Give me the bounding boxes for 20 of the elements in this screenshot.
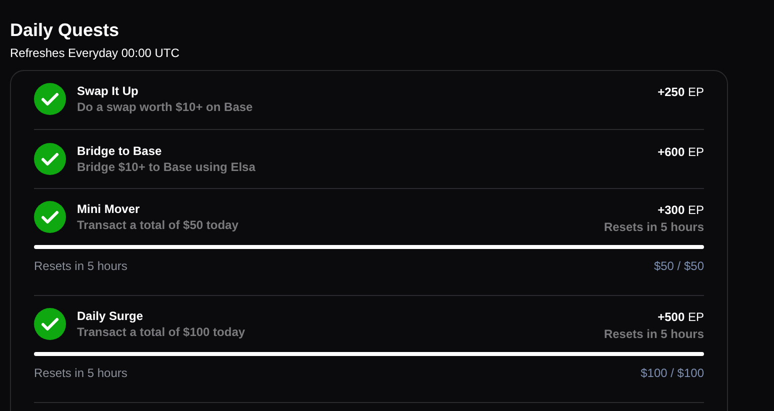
reset-note: Resets in 5 hours — [604, 219, 704, 235]
page-title: Daily Quests — [10, 19, 120, 41]
quest-description: Transact a total of $100 today — [77, 324, 246, 340]
reset-note: Resets in 5 hours — [604, 326, 704, 342]
quest-title: Daily Surge — [77, 308, 144, 324]
quest-description: Bridge $10+ to Base using Elsa — [77, 159, 256, 175]
reset-timer: Resets in 5 hours — [34, 258, 128, 274]
progress-amount: $100 / $100 — [640, 365, 704, 381]
reset-timer: Resets in 5 hours — [34, 365, 128, 381]
reward-points: +600 EP — [658, 144, 704, 160]
quest-title: Mini Mover — [77, 201, 141, 217]
quest-description: Do a swap worth $10+ on Base — [77, 99, 253, 115]
quest-description: Transact a total of $50 today — [77, 217, 238, 233]
quest-title: Bridge to Base — [77, 143, 163, 159]
reward-points: +250 EP — [658, 84, 704, 100]
reward-points: +500 EP — [658, 309, 704, 325]
reward-points: +300 EP — [658, 202, 704, 218]
quest-title: Swap It Up — [77, 83, 140, 99]
progress-amount: $50 / $50 — [654, 258, 704, 274]
refresh-note: Refreshes Everyday 00:00 UTC — [10, 46, 180, 61]
